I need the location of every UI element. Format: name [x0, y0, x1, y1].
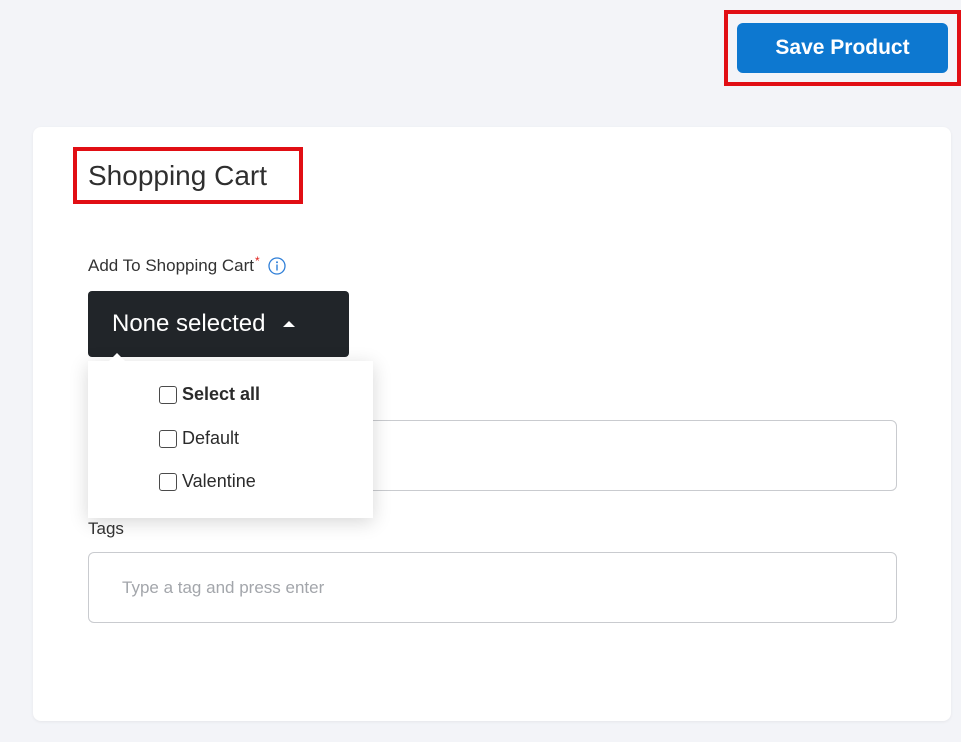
option-valentine[interactable]: Valentine: [159, 471, 256, 492]
shopping-cart-dropdown-menu: Select all Default Valentine: [88, 361, 373, 518]
checkbox-default[interactable]: [159, 429, 177, 448]
dropdown-pointer: [108, 353, 126, 362]
option-select-all[interactable]: Select all: [159, 384, 260, 405]
tags-label: Tags: [88, 519, 124, 538]
dropdown-selected-text: None selected: [112, 310, 266, 337]
info-circle-icon[interactable]: [268, 257, 286, 275]
caret-up-icon: [283, 321, 296, 327]
save-product-button[interactable]: Save Product: [737, 23, 948, 73]
option-label: Select all: [182, 384, 261, 404]
add-to-cart-label-text: Add To Shopping Cart: [88, 256, 255, 275]
add-to-cart-label: Add To Shopping Cart *: [88, 254, 286, 278]
shopping-cart-dropdown-toggle[interactable]: None selected: [88, 291, 349, 357]
tags-input[interactable]: [88, 552, 897, 623]
required-marker: *: [255, 254, 260, 268]
option-label: Default: [182, 428, 240, 448]
checkbox-valentine[interactable]: [159, 472, 177, 491]
section-title: Shopping Cart: [88, 160, 268, 191]
option-default[interactable]: Default: [159, 428, 239, 449]
option-label: Valentine: [182, 471, 256, 491]
checkbox-select-all[interactable]: [159, 385, 177, 404]
